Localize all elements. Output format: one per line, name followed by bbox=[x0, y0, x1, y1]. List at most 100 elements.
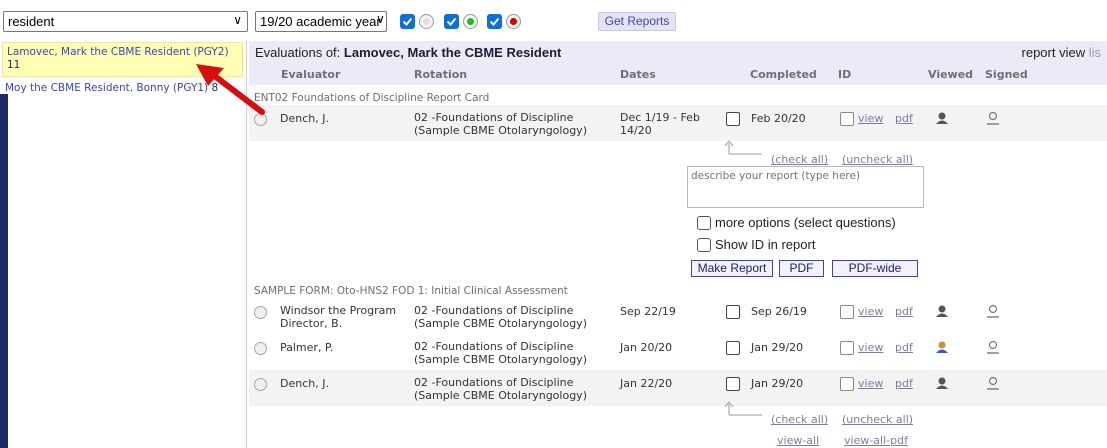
section-title: SAMPLE FORM: Oto-HNS2 FOD 1: Initial Cli… bbox=[254, 285, 568, 297]
dates: Dec 1/19 - Feb 14/20 bbox=[620, 111, 700, 137]
evaluator: Windsor the Program Director, B. bbox=[280, 304, 397, 330]
year-select[interactable]: 19/20 academic year bbox=[255, 11, 387, 32]
completed: Feb 20/20 bbox=[751, 112, 806, 125]
more-options-option[interactable]: more options (select questions) bbox=[697, 215, 896, 230]
pdf-wide-button[interactable]: PDF-wide bbox=[832, 260, 918, 277]
signed-icon bbox=[987, 304, 999, 318]
signed-icon bbox=[987, 340, 999, 354]
pdf-link[interactable]: pdf bbox=[895, 377, 913, 390]
report-description-input[interactable] bbox=[687, 166, 924, 208]
view-link[interactable]: view bbox=[858, 341, 883, 354]
viewed-icon bbox=[936, 377, 948, 389]
id-checkbox[interactable] bbox=[840, 377, 854, 391]
dates: Jan 22/20 bbox=[620, 377, 673, 390]
include-checkbox[interactable] bbox=[726, 112, 740, 126]
id-checkbox[interactable] bbox=[840, 112, 854, 126]
viewed-icon bbox=[936, 341, 948, 353]
col-id[interactable]: ID bbox=[838, 68, 851, 81]
uncheck-all-link[interactable]: (uncheck all) bbox=[842, 153, 913, 166]
resident-name: Moy the CBME Resident, Bonny (PGY1) bbox=[5, 82, 209, 94]
rotation: 02 -Foundations of Discipline (Sample CB… bbox=[414, 304, 587, 330]
view-all-pdf-link[interactable]: view-all-pdf bbox=[844, 434, 908, 447]
signed-icon bbox=[987, 376, 999, 390]
resident-count: 11 bbox=[7, 59, 21, 71]
make-report-button[interactable]: Make Report bbox=[691, 260, 773, 277]
check-all-link[interactable]: (check all) bbox=[771, 153, 828, 166]
row-select-radio[interactable] bbox=[254, 306, 267, 319]
year-chevron-icon[interactable]: ∨ bbox=[374, 11, 394, 32]
signed-icon bbox=[987, 111, 999, 125]
col-viewed[interactable]: Viewed bbox=[928, 68, 973, 81]
row-select-radio[interactable] bbox=[254, 342, 267, 355]
show-id-option[interactable]: Show ID in report bbox=[697, 237, 815, 252]
evaluator: Palmer, P. bbox=[280, 341, 334, 354]
table-row[interactable]: Palmer, P. 02 -Foundations of Discipline… bbox=[249, 334, 1107, 370]
view-link[interactable]: view bbox=[858, 305, 883, 318]
include-checkbox[interactable] bbox=[726, 341, 740, 355]
table-row[interactable]: Dench, J. 02 -Foundations of Discipline … bbox=[249, 105, 1107, 141]
evaluator: Dench, J. bbox=[280, 112, 329, 125]
rotation: 02 -Foundations of Discipline (Sample CB… bbox=[414, 111, 587, 137]
role-select[interactable]: resident ∨ bbox=[3, 11, 248, 32]
role-select-value: resident bbox=[8, 14, 55, 29]
row-select-radio[interactable] bbox=[254, 378, 267, 391]
uncheck-all-link[interactable]: (uncheck all) bbox=[842, 413, 913, 426]
table-row[interactable]: Windsor the Program Director, B. 02 -Fou… bbox=[249, 298, 1107, 334]
include-checkbox[interactable] bbox=[726, 305, 740, 319]
filter-bar: resident ∨ 19/20 academic year ∨ Get Rep… bbox=[0, 0, 1107, 36]
col-rotation[interactable]: Rotation bbox=[414, 68, 467, 81]
report-view-label: report view bbox=[1021, 45, 1086, 60]
pdf-link[interactable]: pdf bbox=[895, 112, 913, 125]
evaluations-panel: Evaluations of: Lamovec, Mark the CBME R… bbox=[249, 41, 1107, 448]
corner-arrow-icon bbox=[724, 140, 762, 155]
red-arrow-annotation bbox=[196, 64, 265, 115]
pdf-link[interactable]: pdf bbox=[895, 341, 913, 354]
red-status-icon bbox=[506, 14, 521, 29]
dates: Jan 20/20 bbox=[620, 341, 673, 354]
green-status-checkbox[interactable] bbox=[444, 14, 459, 29]
green-status-icon bbox=[463, 14, 478, 29]
evaluations-header: Evaluations of: Lamovec, Mark the CBME R… bbox=[249, 41, 1107, 63]
sidebar-accent-bar bbox=[0, 94, 8, 448]
col-evaluator[interactable]: Evaluator bbox=[281, 68, 340, 81]
red-status-checkbox[interactable] bbox=[487, 14, 502, 29]
completed: Jan 29/20 bbox=[751, 341, 804, 354]
view-link[interactable]: view bbox=[858, 377, 883, 390]
column-header-row: Evaluator Rotation Dates Completed ID Vi… bbox=[249, 63, 1107, 85]
viewed-icon bbox=[936, 112, 948, 124]
resident-name: Lamovec, Mark the CBME Resident (PGY2) bbox=[7, 46, 229, 58]
rotation: 02 -Foundations of Discipline (Sample CB… bbox=[414, 376, 587, 402]
blank-status-checkbox[interactable] bbox=[400, 14, 415, 29]
rotation: 02 -Foundations of Discipline (Sample CB… bbox=[414, 340, 587, 366]
evaluator: Dench, J. bbox=[280, 377, 329, 390]
get-reports-button[interactable]: Get Reports bbox=[598, 12, 676, 31]
include-checkbox[interactable] bbox=[726, 377, 740, 391]
show-id-checkbox[interactable] bbox=[697, 238, 711, 252]
completed: Sep 26/19 bbox=[751, 305, 807, 318]
id-checkbox[interactable] bbox=[840, 341, 854, 355]
chevron-down-icon: ∨ bbox=[233, 13, 242, 27]
more-options-checkbox[interactable] bbox=[697, 216, 711, 230]
check-all-link[interactable]: (check all) bbox=[771, 413, 828, 426]
viewed-icon bbox=[936, 305, 948, 317]
col-completed[interactable]: Completed bbox=[750, 68, 817, 81]
header-prefix: Evaluations of: bbox=[255, 45, 341, 60]
completed: Jan 29/20 bbox=[751, 377, 804, 390]
corner-arrow-icon bbox=[724, 401, 762, 416]
dates: Sep 22/19 bbox=[620, 305, 676, 318]
show-id-label: Show ID in report bbox=[715, 237, 816, 252]
view-link[interactable]: view bbox=[858, 112, 883, 125]
col-signed[interactable]: Signed bbox=[985, 68, 1028, 81]
pdf-link[interactable]: pdf bbox=[895, 305, 913, 318]
header-resident-name: Lamovec, Mark the CBME Resident bbox=[343, 45, 562, 60]
more-options-label: more options (select questions) bbox=[715, 215, 896, 230]
view-all-link[interactable]: view-all bbox=[777, 434, 819, 447]
col-dates[interactable]: Dates bbox=[620, 68, 656, 81]
pdf-button[interactable]: PDF bbox=[779, 260, 824, 277]
id-checkbox[interactable] bbox=[840, 305, 854, 319]
list-view-link[interactable]: lis bbox=[1089, 45, 1101, 60]
blank-status-icon bbox=[419, 14, 434, 29]
table-row[interactable]: Dench, J. 02 -Foundations of Discipline … bbox=[249, 370, 1107, 406]
year-select-value: 19/20 academic year bbox=[260, 14, 381, 29]
section-title: ENT02 Foundations of Discipline Report C… bbox=[254, 92, 490, 104]
